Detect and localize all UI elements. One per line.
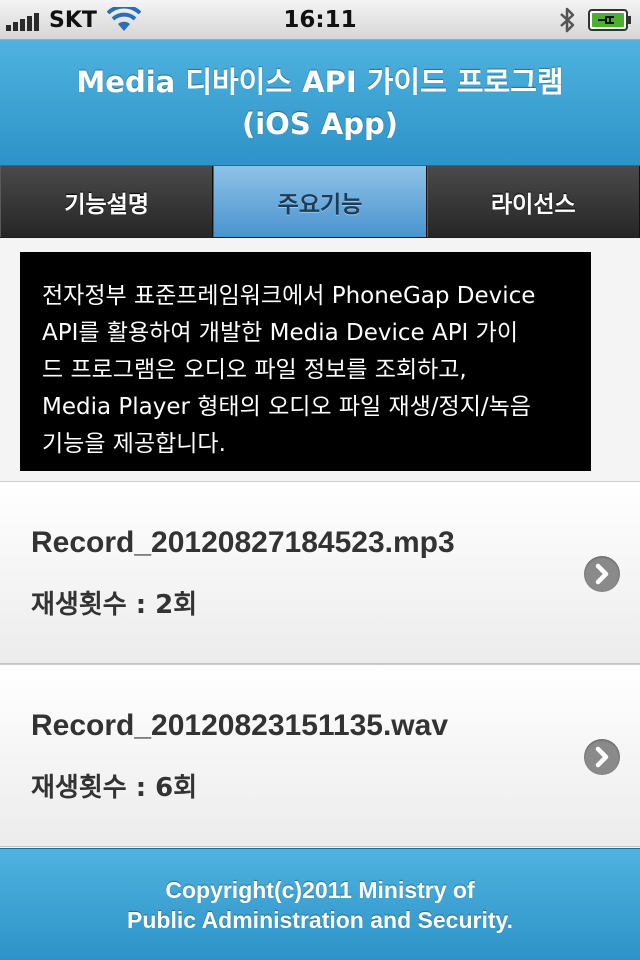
tab-label: 기능설명 — [64, 191, 149, 218]
tab-label: 주요기능 — [277, 191, 363, 218]
description-area: 전자정부 표준프레임워크에서 PhoneGap Device API를 활용하여… — [0, 238, 640, 481]
chevron-right-icon[interactable] — [584, 739, 620, 775]
copyright-line2: Public Administration and Security. — [127, 906, 513, 933]
tab-feature-description[interactable]: 기능설명 — [0, 166, 214, 237]
bluetooth-icon — [560, 7, 575, 33]
file-name: Record_20120827184523.mp3 — [31, 526, 455, 559]
list-item-file[interactable]: Record_20120823151135.wav 재생횟수 : 6회 — [0, 664, 640, 847]
tab-license[interactable]: 라이선스 — [426, 166, 640, 237]
header-title-line1: Media 디바이스 API 가이드 프로그램 — [76, 64, 564, 99]
copyright-line1: Copyright(c)2011 Ministry of — [165, 876, 475, 903]
chevron-right-icon[interactable] — [584, 556, 620, 592]
description-line: 기능을 제공합니다. — [42, 431, 226, 457]
play-count: 재생횟수 : 2회 — [31, 590, 198, 620]
description-box: 전자정부 표준프레임워크에서 PhoneGap Device API를 활용하여… — [20, 252, 591, 471]
tab-label: 라이선스 — [491, 191, 576, 218]
description-line: Media Player 형태의 오디오 파일 재생/정지/녹음 — [42, 394, 531, 420]
list-item-file[interactable]: Record_20120827184523.mp3 재생횟수 : 2회 — [0, 481, 640, 664]
app-footer: Copyright(c)2011 Ministry of Public Admi… — [0, 848, 640, 960]
file-name: Record_20120823151135.wav — [31, 709, 449, 742]
description-line: API를 활용하여 개발한 Media Device API 가이 — [42, 320, 518, 346]
tab-bar: 기능설명 주요기능 라이선스 — [0, 166, 640, 238]
description-line: 드 프로그램은 오디오 파일 정보를 조회하고, — [42, 357, 467, 383]
play-count: 재생횟수 : 6회 — [31, 773, 198, 803]
description-line: 전자정부 표준프레임워크에서 PhoneGap Device — [42, 283, 536, 309]
status-right — [556, 6, 632, 34]
status-bar: SKT 16:11 — [0, 0, 640, 40]
app-header: Media 디바이스 API 가이드 프로그램 (iOS App) — [0, 40, 640, 166]
battery-charging-icon — [588, 9, 631, 31]
tab-main-features[interactable]: 주요기능 — [213, 166, 427, 237]
header-title-line2: (iOS App) — [241, 106, 399, 141]
status-time: 16:11 — [283, 7, 357, 33]
